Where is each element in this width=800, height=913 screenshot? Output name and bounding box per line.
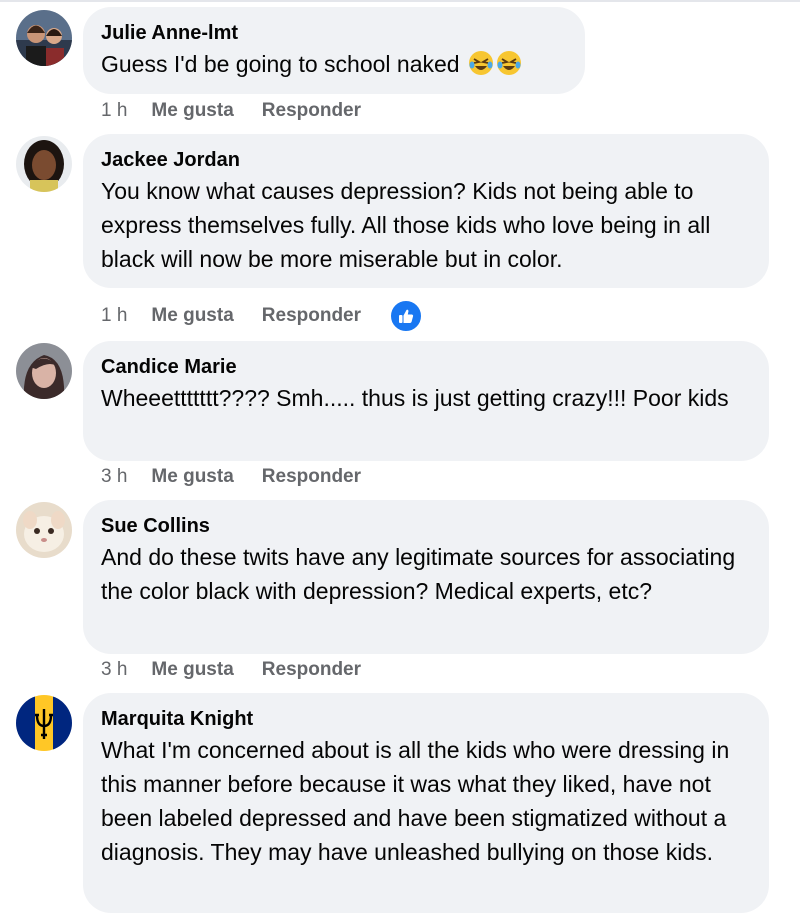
comment-actions: 3 h Me gusta Responder [101,466,389,488]
reply-link[interactable]: Responder [262,659,361,681]
comment-bubble: Candice Marie Wheeettttttt???? Smh..... … [83,341,769,461]
comment-actions: 1 h Me gusta Responder [101,299,424,333]
avatar[interactable] [16,136,72,192]
comment-bubble: Jackee Jordan You know what causes depre… [83,134,769,288]
comment-bubble: Marquita Knight What I'm concerned about… [83,693,769,913]
comment-text: Guess I'd be going to school naked [101,47,567,81]
comment-actions: 3 h Me gusta Responder [101,659,389,681]
like-reaction-icon[interactable] [389,299,424,333]
comment-time[interactable]: 1 h [101,100,127,122]
comment-actions: 1 h Me gusta Responder [101,100,389,122]
rolling-laughing-emoji-icon [468,51,493,75]
thumbs-up-icon [399,309,414,323]
comment-text: And do these twits have any legitimate s… [101,544,736,604]
like-link[interactable]: Me gusta [151,466,233,488]
comment-time[interactable]: 1 h [101,305,127,327]
reply-link[interactable]: Responder [262,466,361,488]
avatar[interactable] [16,695,72,751]
avatar[interactable] [16,343,72,399]
comment-author[interactable]: Sue Collins [101,514,751,538]
comment-bubble: Julie Anne-lmt Guess I'd be going to sch… [83,7,585,94]
comment-author[interactable]: Marquita Knight [101,707,751,731]
avatar-photo-icon [16,502,72,558]
comment-author[interactable]: Julie Anne-lmt [101,21,567,45]
rolling-laughing-emoji-icon [496,51,521,75]
comment-time[interactable]: 3 h [101,466,127,488]
comment-time[interactable]: 3 h [101,659,127,681]
avatar[interactable] [16,502,72,558]
like-link[interactable]: Me gusta [151,305,233,327]
comment-author[interactable]: Jackee Jordan [101,148,751,172]
comment-text: What I'm concerned about is all the kids… [101,737,730,865]
comment-bubble: Sue Collins And do these twits have any … [83,500,769,654]
avatar-photo-icon [16,136,72,192]
top-divider [0,0,800,2]
avatar-photo-icon [16,10,72,66]
reply-link[interactable]: Responder [262,305,361,327]
comment-author[interactable]: Candice Marie [101,355,751,379]
comment-text: You know what causes depression? Kids no… [101,178,711,272]
like-link[interactable]: Me gusta [151,659,233,681]
comment-text: Wheeettttttt???? Smh..... thus is just g… [101,385,729,411]
avatar-photo-icon [16,343,72,399]
like-link[interactable]: Me gusta [151,100,233,122]
barbados-flag-icon [16,695,72,751]
reply-link[interactable]: Responder [262,100,361,122]
avatar[interactable] [16,10,72,66]
